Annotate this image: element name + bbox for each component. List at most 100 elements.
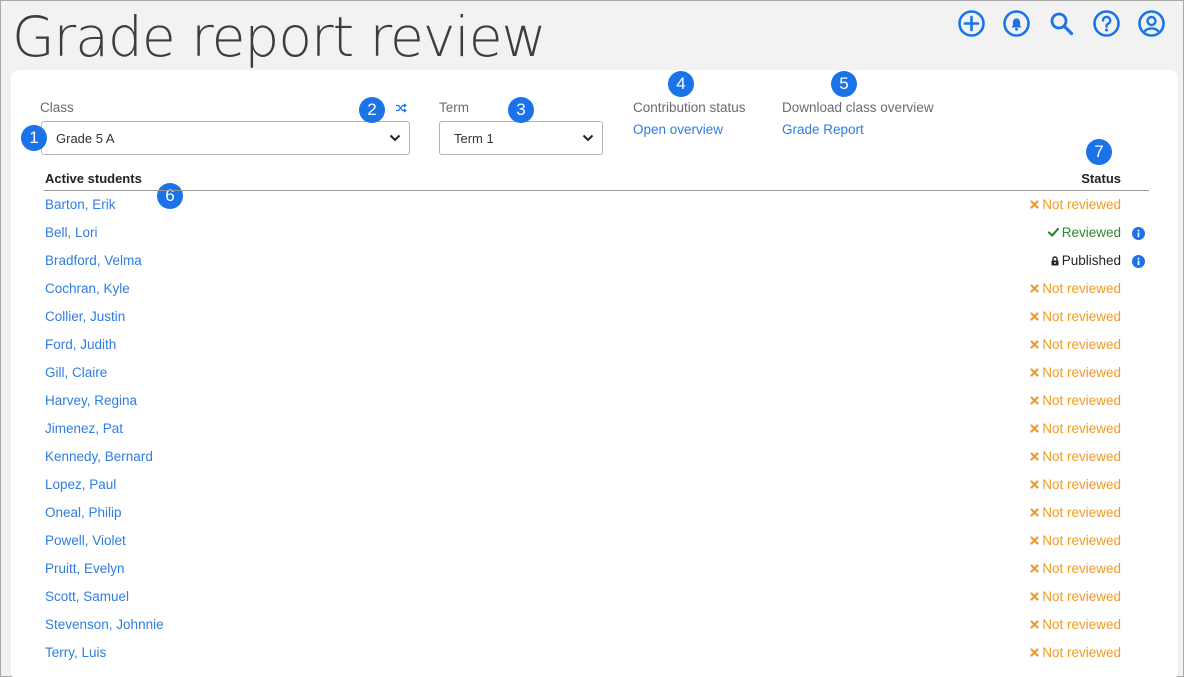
status-text: Not reviewed [1042,421,1121,436]
grade-report-link[interactable]: Grade Report [782,122,864,137]
callout-marker-5: 5 [831,71,857,97]
chevron-down-icon [582,134,594,142]
active-students-header: Active students [45,171,142,186]
table-header: Active students Status [44,170,1149,191]
status-badge: Not reviewed [1030,365,1121,380]
table-row: Bell, Lori Reviewed [44,219,1149,247]
page-title: Grade report review [12,5,547,69]
x-icon [1030,284,1039,293]
table-row: Harvey, Regina Not reviewed [44,387,1149,415]
student-name-link[interactable]: Barton, Erik [45,197,116,212]
table-row: Scott, Samuel Not reviewed [44,583,1149,611]
status-header: Status [1081,171,1121,186]
student-name-link[interactable]: Terry, Luis [45,645,106,660]
table-row: Pruitt, Evelyn Not reviewed [44,555,1149,583]
status-text: Not reviewed [1042,449,1121,464]
status-text: Not reviewed [1042,645,1121,660]
callout-marker-3: 3 [508,97,534,123]
status-badge: Not reviewed [1030,477,1121,492]
info-icon[interactable] [1132,255,1145,268]
status-badge: Not reviewed [1030,533,1121,548]
x-icon [1030,620,1039,629]
main-card: Class Grade 5 A Term Term 1 Contribution… [11,70,1178,677]
x-icon [1030,480,1039,489]
table-row: Lopez, Paul Not reviewed [44,471,1149,499]
status-text: Not reviewed [1042,197,1121,212]
table-row: Terry, Luis Not reviewed [44,639,1149,667]
download-overview-label: Download class overview [782,100,934,115]
student-name-link[interactable]: Oneal, Philip [45,505,122,520]
callout-marker-1: 1 [21,125,47,151]
status-badge: Not reviewed [1030,281,1121,296]
chevron-down-icon [389,134,401,142]
contribution-status-label: Contribution status [633,100,746,115]
status-badge: Not reviewed [1030,561,1121,576]
table-row: Barton, Erik Not reviewed [44,191,1149,219]
table-row: Jimenez, Pat Not reviewed [44,415,1149,443]
table-row: Gill, Claire Not reviewed [44,359,1149,387]
shuffle-icon[interactable] [395,103,407,113]
student-name-link[interactable]: Powell, Violet [45,533,126,548]
user-account-icon[interactable] [1137,9,1166,38]
notification-bell-icon[interactable] [1002,9,1031,38]
help-icon[interactable] [1092,9,1121,38]
class-select-value: Grade 5 A [56,130,115,146]
x-icon [1030,312,1039,321]
status-badge: Not reviewed [1030,617,1121,632]
open-overview-link[interactable]: Open overview [633,122,723,137]
table-row: Kennedy, Bernard Not reviewed [44,443,1149,471]
student-name-link[interactable]: Gill, Claire [45,365,107,380]
status-text: Not reviewed [1042,589,1121,604]
status-badge: Published [1051,253,1121,268]
table-row: Cochran, Kyle Not reviewed [44,275,1149,303]
search-icon[interactable] [1047,9,1076,38]
status-text: Not reviewed [1042,281,1121,296]
status-badge: Not reviewed [1030,197,1121,212]
callout-marker-2: 2 [359,97,385,123]
table-row: Ford, Judith Not reviewed [44,331,1149,359]
status-text: Not reviewed [1042,561,1121,576]
student-name-link[interactable]: Jimenez, Pat [45,421,123,436]
term-select-value: Term 1 [454,130,494,146]
student-name-link[interactable]: Bradford, Velma [45,253,142,268]
student-name-link[interactable]: Pruitt, Evelyn [45,561,125,576]
table-row: Powell, Violet Not reviewed [44,527,1149,555]
x-icon [1030,536,1039,545]
student-name-link[interactable]: Collier, Justin [45,309,125,324]
status-text: Not reviewed [1042,393,1121,408]
x-icon [1030,508,1039,517]
status-text: Published [1061,253,1121,268]
student-name-link[interactable]: Stevenson, Johnnie [45,617,164,632]
x-icon [1030,200,1039,209]
info-icon[interactable] [1132,227,1145,240]
add-icon[interactable] [957,9,986,38]
callout-marker-7: 7 [1086,139,1112,165]
class-label: Class [40,100,74,115]
status-badge: Not reviewed [1030,449,1121,464]
table-row: Bradford, Velma Published [44,247,1149,275]
x-icon [1030,592,1039,601]
lock-icon [1051,255,1059,265]
class-select[interactable]: Grade 5 A [41,121,410,155]
term-select[interactable]: Term 1 [439,121,603,155]
student-name-link[interactable]: Kennedy, Bernard [45,449,153,464]
x-icon [1030,396,1039,405]
student-name-link[interactable]: Harvey, Regina [45,393,137,408]
student-name-link[interactable]: Lopez, Paul [45,477,116,492]
student-name-link[interactable]: Bell, Lori [45,225,98,240]
student-name-link[interactable]: Scott, Samuel [45,589,129,604]
x-icon [1030,564,1039,573]
callout-marker-4: 4 [668,71,694,97]
status-badge: Not reviewed [1030,421,1121,436]
status-text: Not reviewed [1042,365,1121,380]
status-text: Reviewed [1061,225,1121,240]
x-icon [1030,424,1039,433]
status-badge: Not reviewed [1030,337,1121,352]
student-name-link[interactable]: Ford, Judith [45,337,116,352]
student-name-link[interactable]: Cochran, Kyle [45,281,130,296]
header-toolbar [957,9,1166,38]
status-badge: Reviewed [1047,225,1121,240]
status-text: Not reviewed [1042,617,1121,632]
status-text: Not reviewed [1042,477,1121,492]
x-icon [1030,648,1039,657]
